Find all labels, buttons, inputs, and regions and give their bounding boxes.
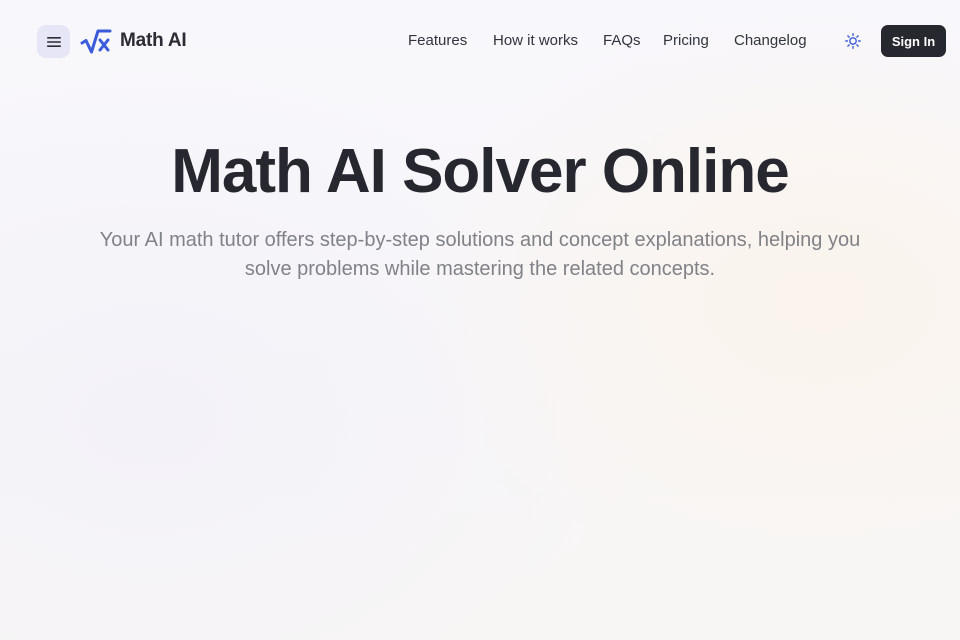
hero-subtitle-line-1: Your AI math tutor offers step-by-step s… — [99, 229, 861, 251]
sun-icon — [845, 33, 861, 49]
sign-in-button[interactable]: Sign In — [881, 25, 946, 57]
nav-faqs[interactable]: FAQs — [603, 32, 641, 49]
hero-subtitle-line-2: solve problems while mastering the relat… — [244, 258, 716, 280]
nav-features[interactable]: Features — [408, 32, 467, 49]
site-header: Math AI Features How it works FAQs Prici… — [0, 0, 960, 84]
theme-toggle-button[interactable] — [842, 30, 864, 52]
menu-button[interactable] — [37, 25, 70, 58]
nav-changelog[interactable]: Changelog — [734, 32, 807, 49]
square-root-x-icon — [80, 29, 112, 54]
hero-subtitle: Your AI math tutor offers step-by-step s… — [40, 226, 920, 284]
hamburger-icon — [46, 36, 61, 47]
logo-text[interactable]: Math AI — [120, 30, 187, 52]
page-title: Math AI Solver Online — [171, 137, 789, 206]
nav-pricing[interactable]: Pricing — [663, 32, 709, 49]
nav-how-it-works[interactable]: How it works — [493, 32, 578, 49]
